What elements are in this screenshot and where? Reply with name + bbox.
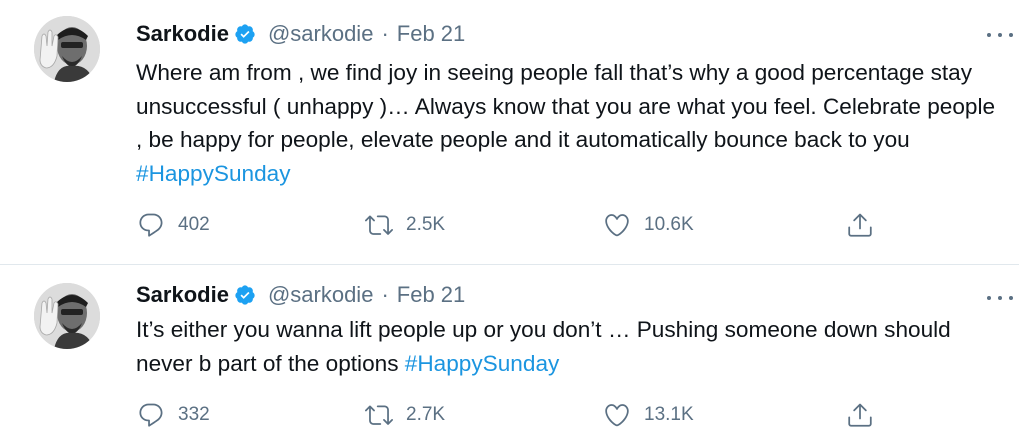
tweet-feed: Sarkodie @sarkodie · Feb 21 Where am fro… (0, 0, 1019, 448)
share-button[interactable] (845, 400, 875, 430)
author-handle[interactable]: @sarkodie (268, 21, 374, 47)
tweet-body: Where am from , we find joy in seeing pe… (136, 60, 996, 152)
tweet-actions: 402 2.5K 10.6K (136, 210, 896, 240)
tweet-date[interactable]: Feb 21 (397, 21, 466, 47)
tweet-header: Sarkodie @sarkodie · Feb 21 (136, 18, 465, 50)
like-count: 10.6K (644, 214, 694, 235)
reply-count: 402 (178, 214, 210, 235)
reply-icon (136, 400, 166, 430)
avatar[interactable] (34, 283, 100, 349)
like-button[interactable]: 10.6K (602, 210, 694, 240)
hashtag-link[interactable]: #HappySunday (136, 161, 291, 186)
retweet-button[interactable]: 2.7K (364, 400, 445, 430)
like-button[interactable]: 13.1K (602, 400, 694, 430)
like-icon (602, 210, 632, 240)
tweet-header: Sarkodie @sarkodie · Feb 21 (136, 279, 465, 311)
like-count: 13.1K (644, 404, 694, 425)
avatar[interactable] (34, 16, 100, 82)
tweet-date[interactable]: Feb 21 (397, 282, 466, 308)
tweet[interactable]: Sarkodie @sarkodie · Feb 21 It’s either … (0, 265, 1019, 448)
verified-badge-icon (234, 23, 256, 45)
reply-button[interactable]: 332 (136, 400, 210, 430)
author-handle[interactable]: @sarkodie (268, 282, 374, 308)
tweet-text: Where am from , we find joy in seeing pe… (136, 56, 1006, 190)
share-button[interactable] (845, 210, 875, 240)
separator: · (381, 21, 389, 46)
author-name[interactable]: Sarkodie (136, 282, 229, 308)
separator: · (381, 282, 389, 307)
tweet-actions: 332 2.7K 13.1K (136, 400, 896, 430)
more-options-icon[interactable] (987, 30, 1013, 40)
reply-count: 332 (178, 404, 210, 425)
author-name[interactable]: Sarkodie (136, 21, 229, 47)
retweet-count: 2.7K (406, 404, 446, 425)
reply-icon (136, 210, 166, 240)
like-icon (602, 400, 632, 430)
tweet[interactable]: Sarkodie @sarkodie · Feb 21 Where am fro… (0, 0, 1019, 265)
share-icon (845, 400, 875, 430)
verified-badge-icon (234, 284, 256, 306)
more-options-icon[interactable] (987, 293, 1013, 303)
retweet-icon (364, 210, 394, 240)
reply-button[interactable]: 402 (136, 210, 210, 240)
hashtag-link[interactable]: #HappySunday (405, 351, 560, 376)
retweet-count: 2.5K (406, 214, 446, 235)
share-icon (845, 210, 875, 240)
retweet-button[interactable]: 2.5K (364, 210, 445, 240)
retweet-icon (364, 400, 394, 430)
tweet-text: It’s either you wanna lift people up or … (136, 313, 1006, 380)
